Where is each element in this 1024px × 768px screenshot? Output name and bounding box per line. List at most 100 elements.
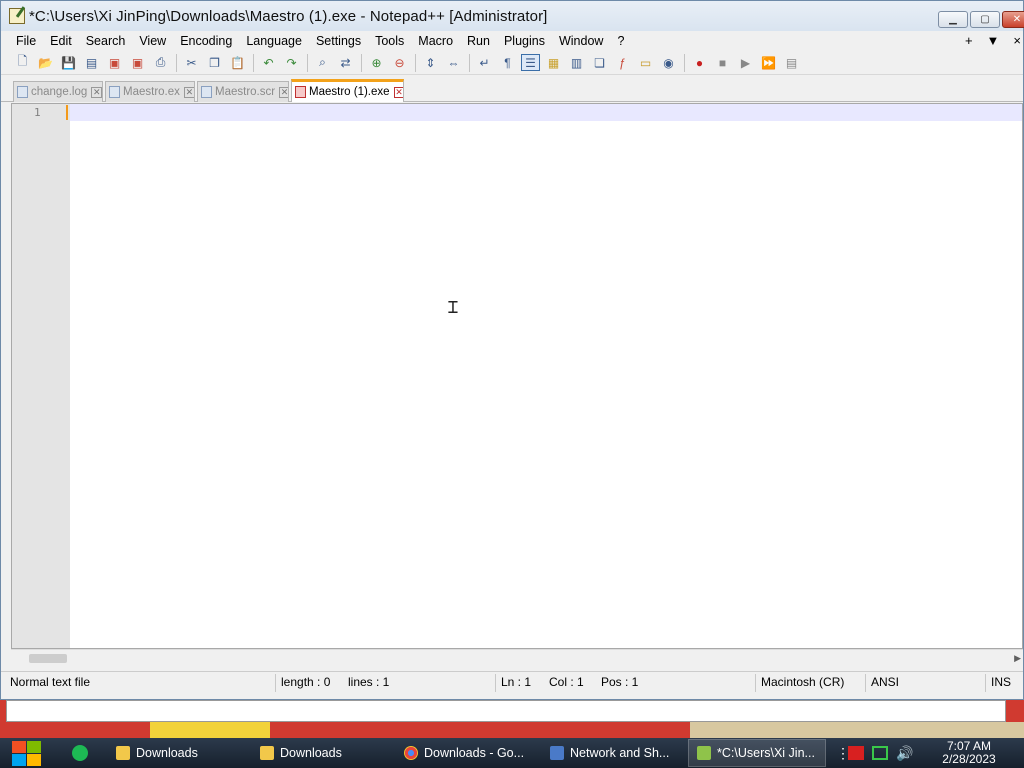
- title-bar[interactable]: *C:\Users\Xi JinPing\Downloads\Maestro (…: [1, 1, 1024, 31]
- find-icon[interactable]: ⌕: [313, 54, 332, 71]
- show-all-chars-icon[interactable]: ¶: [498, 54, 517, 71]
- maximize-button[interactable]: ▢: [970, 11, 1000, 28]
- zoom-in-icon[interactable]: ⊕: [367, 54, 386, 71]
- paste-icon[interactable]: 📋: [228, 54, 247, 71]
- menu-view[interactable]: View: [132, 34, 173, 48]
- menu-run[interactable]: Run: [460, 34, 497, 48]
- horizontal-scrollbar[interactable]: ▶: [11, 649, 1023, 666]
- replace-icon[interactable]: ⇄: [336, 54, 355, 71]
- menu-language[interactable]: Language: [239, 34, 309, 48]
- cut-icon[interactable]: ✂: [182, 54, 201, 71]
- redo-icon[interactable]: ↷: [282, 54, 301, 71]
- line-number: 1: [34, 106, 41, 119]
- taskbar-clock[interactable]: 7:07 AM 2/28/2023: [934, 740, 1004, 766]
- save-all-icon[interactable]: ▤: [82, 54, 101, 71]
- folder-icon: [260, 746, 274, 760]
- network-tray-icon[interactable]: [872, 746, 888, 760]
- menu-encoding[interactable]: Encoding: [173, 34, 239, 48]
- close-button[interactable]: ✕: [1002, 11, 1024, 28]
- menu-macro[interactable]: Macro: [411, 34, 460, 48]
- udl-icon[interactable]: ▦: [544, 54, 563, 71]
- windows-logo-icon: [12, 754, 26, 766]
- toolbar-separator: [469, 53, 470, 72]
- menu-plugins[interactable]: Plugins: [497, 34, 552, 48]
- sync-vertical-icon[interactable]: ⇕: [421, 54, 440, 71]
- tab-change-log[interactable]: change.log ✕: [13, 81, 103, 102]
- tab-list-dropdown-icon[interactable]: ▼: [987, 33, 1000, 48]
- close-icon: ✕: [1012, 14, 1022, 25]
- run-macro-multiple-icon[interactable]: ⏩: [759, 54, 778, 71]
- zoom-out-icon[interactable]: ⊖: [390, 54, 409, 71]
- menu-search[interactable]: Search: [79, 34, 133, 48]
- volume-icon[interactable]: 🔊: [896, 746, 913, 760]
- current-line-highlight: [70, 104, 1022, 121]
- tab-close-icon[interactable]: ✕: [393, 86, 403, 98]
- print-icon[interactable]: ⎙: [151, 54, 170, 71]
- menu-settings[interactable]: Settings: [309, 34, 368, 48]
- notepadpp-icon: [697, 746, 711, 760]
- menu-window[interactable]: Window: [552, 34, 610, 48]
- menu-help[interactable]: ?: [610, 34, 631, 48]
- menu-bar: File Edit Search View Encoding Language …: [1, 31, 1023, 50]
- status-ln: Ln : 1: [501, 675, 532, 689]
- taskbar-chrome[interactable]: Downloads - Go...: [396, 739, 534, 767]
- sync-horizontal-icon[interactable]: ⇔: [444, 54, 463, 71]
- tab-close-icon[interactable]: ✕: [91, 86, 102, 98]
- new-file-icon[interactable]: 🗋: [13, 54, 32, 71]
- word-wrap-icon[interactable]: ↵: [475, 54, 494, 71]
- background-decoration: [150, 722, 270, 738]
- tab-close-icon[interactable]: ✕: [279, 86, 288, 98]
- menu-file[interactable]: File: [9, 34, 43, 48]
- editor-area[interactable]: 1 Ꮖ: [11, 103, 1023, 649]
- close-doc-icon[interactable]: ×: [1013, 33, 1021, 48]
- indent-guide-icon[interactable]: ☰: [521, 54, 540, 71]
- status-insert-mode[interactable]: INS: [991, 675, 1011, 691]
- minimize-button[interactable]: ▁: [938, 11, 968, 28]
- tab-maestro-1-exe[interactable]: Maestro (1).exe ✕: [291, 79, 404, 102]
- flag-icon[interactable]: [848, 746, 864, 760]
- scrollbar-thumb[interactable]: [29, 654, 67, 663]
- tab-close-icon[interactable]: ✕: [183, 86, 194, 98]
- undo-icon[interactable]: ↶: [259, 54, 278, 71]
- start-button[interactable]: [10, 738, 44, 768]
- menu-edit[interactable]: Edit: [43, 34, 79, 48]
- taskbar-downloads-2[interactable]: Downloads: [252, 739, 390, 767]
- folder-workspace-icon[interactable]: ▭: [636, 54, 655, 71]
- save-icon[interactable]: 💾: [59, 54, 78, 71]
- close-file-icon[interactable]: ▣: [105, 54, 124, 71]
- status-encoding[interactable]: ANSI: [871, 675, 899, 691]
- minimize-icon: ▁: [949, 14, 957, 25]
- file-icon: [109, 86, 120, 98]
- doc-list-icon[interactable]: ❏: [590, 54, 609, 71]
- status-eol[interactable]: Macintosh (CR): [761, 675, 844, 691]
- close-all-icon[interactable]: ▣: [128, 54, 147, 71]
- toolbar-separator: [253, 53, 254, 72]
- toolbar: 🗋 📂 💾 ▤ ▣ ▣ ⎙ ✂ ❐ 📋 ↶ ↷ ⌕ ⇄ ⊕ ⊖ ⇕ ⇔ ↵ ¶ …: [1, 51, 1023, 75]
- tab-maestro-scr[interactable]: Maestro.scr ✕: [197, 81, 289, 102]
- monitoring-icon[interactable]: ◉: [659, 54, 678, 71]
- overflow-menu-icon[interactable]: ⋮: [836, 746, 850, 760]
- save-macro-icon[interactable]: ▤: [782, 54, 801, 71]
- play-macro-icon[interactable]: ▶: [736, 54, 755, 71]
- menu-tools[interactable]: Tools: [368, 34, 411, 48]
- clock-date: 2/28/2023: [942, 752, 996, 766]
- taskbar-notepadpp[interactable]: *C:\Users\Xi Jin...: [688, 739, 826, 767]
- taskbar-network-sharing[interactable]: Network and Sh...: [542, 739, 682, 767]
- spotify-icon[interactable]: [72, 745, 88, 761]
- doc-map-icon[interactable]: ▥: [567, 54, 586, 71]
- file-icon: [17, 86, 28, 98]
- taskbar-app-label: Network and Sh...: [570, 746, 670, 760]
- scroll-right-icon[interactable]: ▶: [1014, 653, 1021, 664]
- toolbar-separator: [361, 53, 362, 72]
- windows-logo-icon: [27, 741, 41, 753]
- network-icon: [550, 746, 564, 760]
- function-list-icon[interactable]: ƒ: [613, 54, 632, 71]
- record-macro-icon[interactable]: ●: [690, 54, 709, 71]
- open-file-icon[interactable]: 📂: [36, 54, 55, 71]
- stop-macro-icon[interactable]: ■: [713, 54, 732, 71]
- new-tab-plus-icon[interactable]: +: [965, 33, 973, 48]
- taskbar-downloads-1[interactable]: Downloads: [108, 739, 246, 767]
- copy-icon[interactable]: ❐: [205, 54, 224, 71]
- tab-maestro-ex[interactable]: Maestro.ex ✕: [105, 81, 195, 102]
- text-cursor-icon: Ꮖ: [448, 298, 459, 317]
